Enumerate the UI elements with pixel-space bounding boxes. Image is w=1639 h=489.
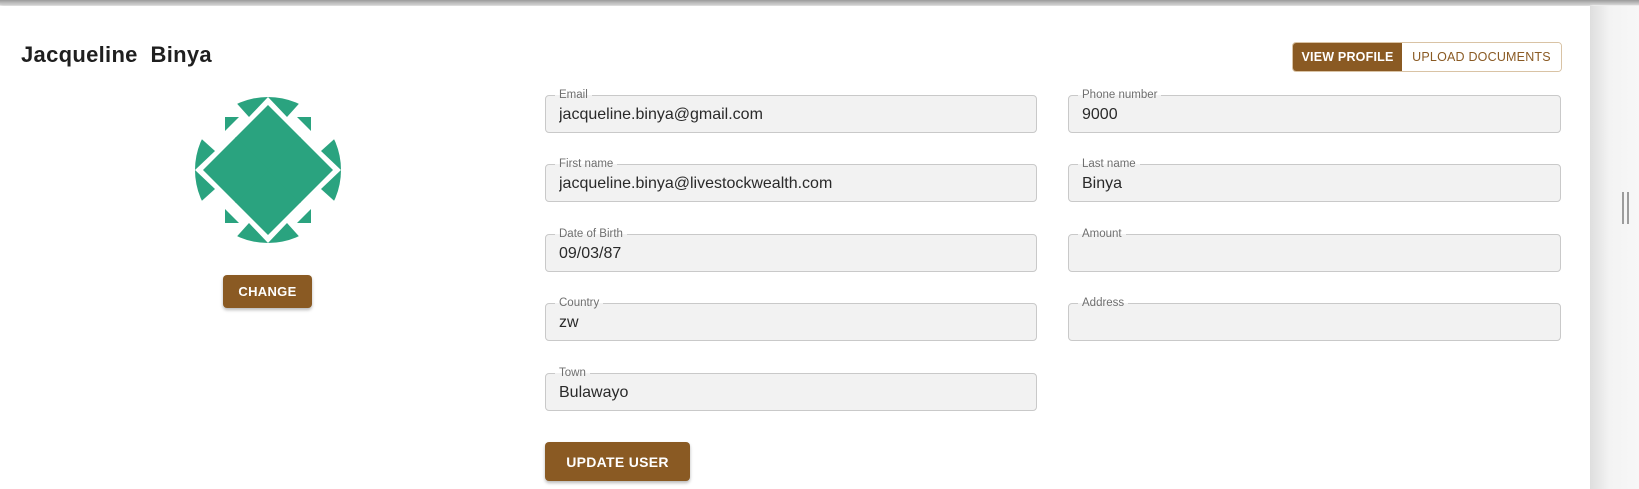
address-field: Address: [1068, 296, 1561, 341]
town-field: Town: [545, 366, 1037, 411]
town-input[interactable]: [559, 383, 1026, 403]
update-user-button[interactable]: UPDATE USER: [545, 442, 690, 481]
identicon-shape: [297, 209, 311, 223]
last-name-label: Last name: [1078, 157, 1140, 171]
email-field: Email: [545, 88, 1037, 133]
town-label: Town: [555, 366, 590, 380]
phone-number-label: Phone number: [1078, 88, 1162, 102]
profile-card: Jacqueline Binya CHANGE VIEW PROFILE UPL…: [0, 6, 1590, 489]
country-field: Country: [545, 296, 1037, 341]
address-input[interactable]: [1082, 313, 1550, 333]
first-name-label: First name: [555, 157, 618, 171]
identicon-shape: [297, 117, 311, 131]
amount-input[interactable]: [1082, 244, 1550, 264]
email-label: Email: [555, 88, 592, 102]
avatar: [195, 97, 341, 243]
address-label: Address: [1078, 296, 1129, 310]
user-last-name: Binya: [150, 42, 212, 67]
date-of-birth-label: Date of Birth: [555, 227, 627, 241]
tab-upload-documents[interactable]: UPLOAD DOCUMENTS: [1402, 43, 1561, 71]
identicon-shape: [225, 209, 239, 223]
user-full-name: Jacqueline Binya: [21, 42, 212, 68]
first-name-input[interactable]: [559, 174, 1026, 194]
window-top-edge: [0, 0, 1639, 5]
tab-view-profile[interactable]: VIEW PROFILE: [1293, 43, 1402, 71]
resize-handle-icon[interactable]: [1622, 192, 1630, 224]
amount-label: Amount: [1078, 227, 1126, 241]
change-avatar-button[interactable]: CHANGE: [223, 275, 312, 308]
country-label: Country: [555, 296, 604, 310]
side-panel-gutter: [1590, 6, 1639, 489]
country-input[interactable]: [559, 313, 1026, 333]
phone-number-field: Phone number: [1068, 88, 1561, 133]
phone-number-input[interactable]: [1082, 105, 1550, 125]
identicon-avatar-image: [195, 97, 341, 243]
identicon-shape: [225, 117, 239, 131]
amount-field: Amount: [1068, 227, 1561, 272]
last-name-input[interactable]: [1082, 174, 1550, 194]
email-input[interactable]: [559, 105, 1026, 125]
last-name-field: Last name: [1068, 157, 1561, 202]
user-first-name: Jacqueline: [21, 42, 138, 67]
first-name-field: First name: [545, 157, 1037, 202]
date-of-birth-input[interactable]: [559, 244, 1026, 264]
profile-tabs: VIEW PROFILE UPLOAD DOCUMENTS: [1292, 42, 1562, 72]
date-of-birth-field: Date of Birth: [545, 227, 1037, 272]
